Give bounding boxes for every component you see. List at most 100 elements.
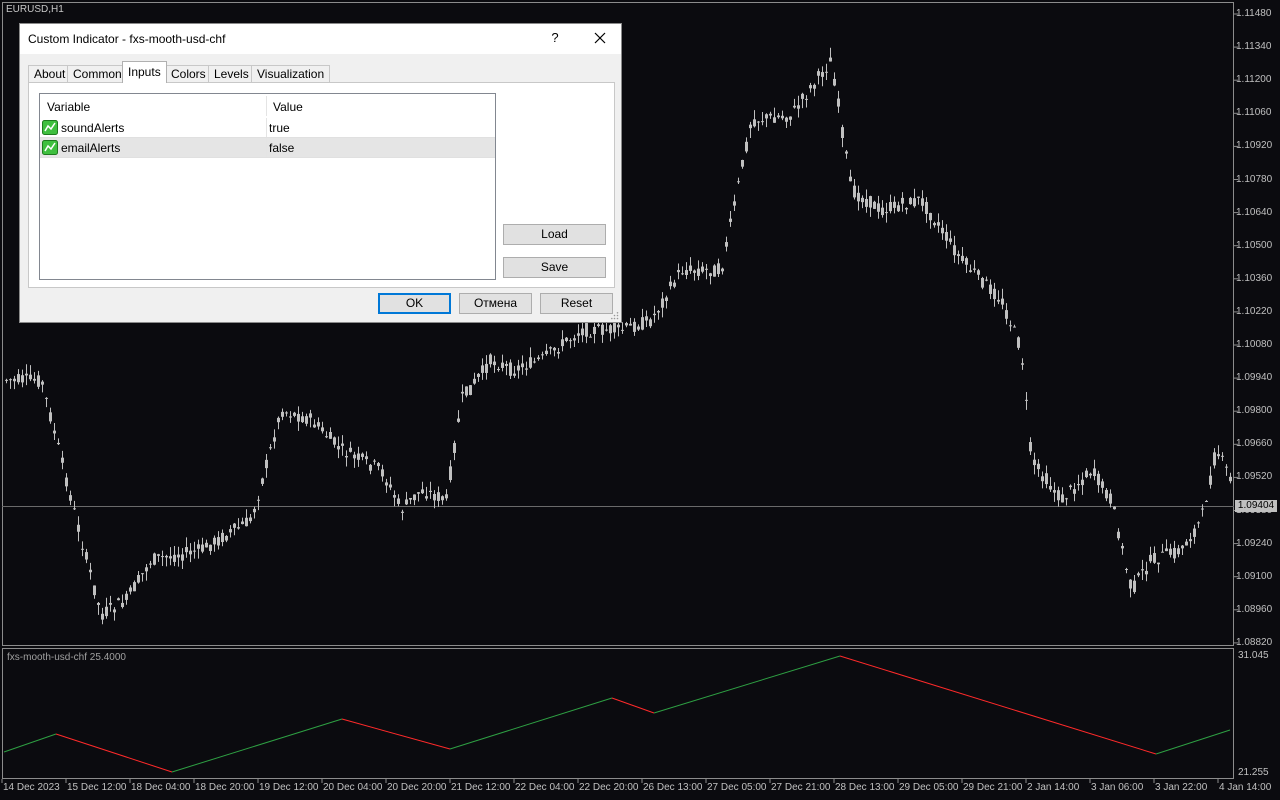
candle — [657, 310, 660, 320]
custom-indicator-dialog: Custom Indicator - fxs-mooth-usd-chf ? A… — [19, 23, 622, 323]
candle — [885, 202, 888, 223]
indicator-max-label: 31.045 — [1238, 650, 1269, 661]
variable-value[interactable]: true — [269, 121, 290, 135]
candle — [93, 585, 96, 599]
candle — [185, 537, 188, 558]
time-axis-label: 20 Dec 04:00 — [323, 782, 383, 793]
candle — [893, 196, 896, 214]
tab-colors[interactable]: Colors — [165, 65, 212, 82]
candle — [685, 262, 688, 280]
candle — [737, 177, 740, 185]
candle — [1109, 489, 1112, 508]
candle — [225, 535, 228, 543]
time-axis-label: 20 Dec 20:00 — [387, 782, 447, 793]
candle — [785, 116, 788, 129]
candle — [465, 386, 468, 398]
tab-visualization[interactable]: Visualization — [251, 65, 331, 82]
candle — [1065, 497, 1068, 506]
candle — [1217, 445, 1220, 460]
candle — [1093, 459, 1096, 481]
candle — [213, 535, 216, 552]
candle — [833, 72, 836, 87]
candle — [233, 522, 236, 536]
candle — [405, 491, 408, 506]
candle — [57, 438, 60, 446]
candle — [201, 537, 204, 554]
candle — [1097, 470, 1100, 493]
indicator-segment — [171, 718, 343, 773]
resize-grip-icon[interactable] — [611, 312, 619, 320]
candle — [769, 111, 772, 119]
help-button[interactable]: ? — [548, 30, 562, 48]
candle — [761, 111, 764, 126]
candle — [589, 334, 592, 338]
variable-column-header[interactable]: Variable — [47, 100, 90, 114]
candle — [937, 213, 940, 233]
candle — [17, 369, 20, 385]
symbol-label: EURUSD,H1 — [6, 4, 64, 15]
ok-button[interactable]: OK — [378, 293, 451, 314]
price-axis-label: 1.10220 — [1236, 305, 1273, 317]
variable-value[interactable]: false — [269, 141, 294, 155]
time-axis-label: 18 Dec 20:00 — [195, 782, 255, 793]
candle — [533, 357, 536, 364]
reset-button[interactable]: Reset — [540, 293, 613, 314]
candle — [681, 266, 684, 276]
candle — [137, 570, 140, 584]
candle — [373, 459, 376, 465]
time-axis-label: 29 Dec 05:00 — [899, 782, 959, 793]
candle — [385, 478, 388, 493]
candle — [349, 441, 352, 453]
price-axis-label: 1.11480 — [1236, 8, 1272, 19]
column-divider[interactable] — [266, 96, 267, 116]
tab-levels[interactable]: Levels — [208, 65, 255, 82]
candle — [421, 481, 424, 495]
load-button[interactable]: Load — [503, 224, 606, 245]
candle — [337, 436, 340, 459]
candle — [509, 359, 512, 379]
candle — [33, 372, 36, 384]
candle — [1169, 543, 1172, 558]
candle — [413, 494, 416, 506]
candle — [829, 47, 832, 62]
candle — [917, 196, 920, 205]
candle — [369, 463, 372, 475]
tab-common[interactable]: Common — [67, 65, 128, 82]
save-button[interactable]: Save — [503, 257, 606, 278]
candle — [261, 477, 264, 487]
candle — [961, 246, 964, 264]
price-axis-label: 1.09100 — [1236, 570, 1273, 582]
candle — [329, 427, 332, 439]
dialog-titlebar[interactable]: Custom Indicator - fxs-mooth-usd-chf ? — [20, 24, 621, 54]
candle — [985, 276, 988, 282]
candle — [993, 282, 996, 307]
candle — [293, 411, 296, 418]
time-axis-label: 22 Dec 20:00 — [579, 782, 639, 793]
candle — [505, 360, 508, 376]
candle — [113, 607, 116, 621]
input-row-emailalerts[interactable]: emailAlerts false — [40, 138, 495, 158]
candle — [1149, 546, 1152, 564]
candle — [249, 514, 252, 524]
candle — [777, 112, 780, 119]
candle — [1213, 448, 1216, 469]
candle — [713, 264, 716, 277]
inputs-grid[interactable]: Variable Value soundAlerts true emailAle… — [39, 93, 496, 280]
candle — [1081, 472, 1084, 495]
candle — [605, 322, 608, 332]
value-column-header[interactable]: Value — [273, 100, 303, 114]
close-button[interactable] — [590, 28, 610, 48]
candle — [1005, 303, 1008, 325]
candle — [1113, 506, 1116, 510]
tab-inputs[interactable]: Inputs — [122, 61, 167, 83]
price-axis-label: 1.10780 — [1236, 173, 1273, 185]
candle — [253, 506, 256, 519]
candle — [1057, 486, 1060, 507]
time-axis-label: 19 Dec 12:00 — [259, 782, 319, 793]
tab-about[interactable]: About — [28, 65, 72, 82]
candle — [281, 408, 284, 421]
candle — [573, 334, 576, 348]
cancel-button[interactable]: Отмена — [459, 293, 532, 314]
candle — [1077, 474, 1080, 491]
input-row-soundalerts[interactable]: soundAlerts true — [40, 118, 495, 138]
